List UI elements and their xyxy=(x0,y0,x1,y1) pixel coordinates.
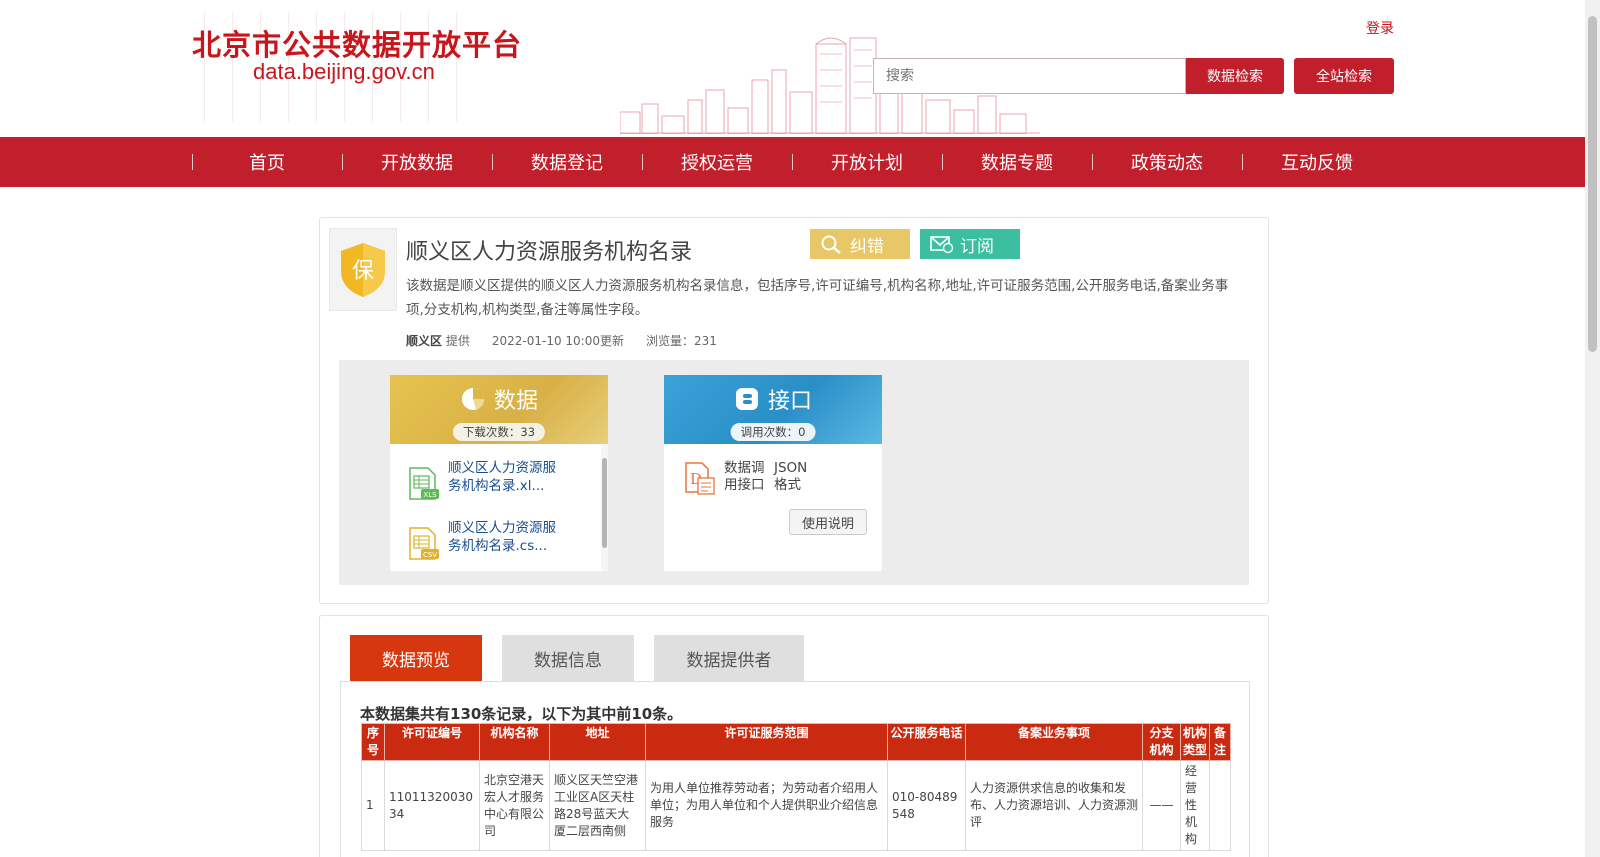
tab-data-provider[interactable]: 数据提供者 xyxy=(654,635,804,681)
dataset-category-icon: 保 xyxy=(329,228,397,311)
dataset-title: 顺义区人力资源服务机构名录 xyxy=(406,240,693,265)
xls-file-icon: XLS xyxy=(409,467,439,500)
main-nav: 首页 开放数据 数据登记 授权运营 开放计划 数据专题 政策动态 互动反馈 xyxy=(0,137,1585,187)
api-resource-title: 接口 xyxy=(767,389,812,414)
page-scrollbar[interactable] xyxy=(1585,0,1600,857)
report-error-button[interactable]: 纠错 xyxy=(810,229,910,259)
svg-text:保: 保 xyxy=(352,259,374,284)
nav-item-data-registration[interactable]: 数据登记 xyxy=(492,137,642,187)
nav-item-open-data[interactable]: 开放数据 xyxy=(342,137,492,187)
site-search-button[interactable]: 全站检索 xyxy=(1294,58,1394,94)
file-item-xls[interactable]: XLS 顺义区人力资源服务机构名录.xl... xyxy=(408,459,588,515)
magnifier-icon xyxy=(821,235,841,254)
site-title[interactable]: 北京市公共数据开放平台 xyxy=(192,22,522,64)
pie-chart-icon xyxy=(460,386,486,418)
download-count: 下载次数：33 xyxy=(452,423,546,441)
detail-card: 数据预览 数据信息 数据提供者 本数据集共有130条记录，以下为其中前10条。 … xyxy=(319,615,1269,857)
file-item-csv[interactable]: CSV 顺义区人力资源服务机构名录.cs... xyxy=(408,519,588,571)
nav-item-policy-news[interactable]: 政策动态 xyxy=(1092,137,1242,187)
table-cell: 经营性机构 xyxy=(1180,760,1210,851)
svg-text:XLS: XLS xyxy=(423,491,437,499)
site-header: 北京市公共数据开放平台 data.beijing.gov.cn 登录 搜索 数据… xyxy=(0,0,1585,134)
preview-panel: 本数据集共有130条记录，以下为其中前10条。 序号 许可证编号 机构名称 地址… xyxy=(340,681,1250,857)
csv-file-icon: CSV xyxy=(409,527,439,560)
table-cell: 010-80489548 xyxy=(887,760,966,851)
subscribe-label: 订阅 xyxy=(960,236,994,257)
call-count: 调用次数：0 xyxy=(730,423,816,441)
column-header: 公开服务电话 xyxy=(887,723,966,761)
table-cell: 人力资源供求信息的收集和发布、人力资源培训、人力资源测评 xyxy=(965,760,1143,851)
nav-item-open-plan[interactable]: 开放计划 xyxy=(792,137,942,187)
page: 北京市公共数据开放平台 data.beijing.gov.cn 登录 搜索 数据… xyxy=(0,0,1600,857)
svg-text:CSV: CSV xyxy=(423,551,437,559)
data-resource-header: 数据 下载次数：33 xyxy=(390,375,608,444)
view-count: 浏览量：231 xyxy=(646,334,717,348)
records-summary: 本数据集共有130条记录，以下为其中前10条。 xyxy=(360,705,683,723)
tab-data-info[interactable]: 数据信息 xyxy=(502,635,634,681)
search-input[interactable] xyxy=(873,58,1186,94)
data-resource-title: 数据 xyxy=(493,389,538,414)
tab-data-preview[interactable]: 数据预览 xyxy=(350,635,482,681)
column-header: 机构名称 xyxy=(479,723,550,761)
table-cell: 顺义区天竺空港工业区A区天柱路28号蓝天大厦二层西南侧 xyxy=(549,760,646,851)
api-resource-box: 接口 调用次数：0 D 数据调用接口 JSON格式 使用说明 xyxy=(664,375,882,571)
usage-instructions-button[interactable]: 使用说明 xyxy=(789,509,867,535)
column-header: 许可证服务范围 xyxy=(645,723,888,761)
column-header: 备注 xyxy=(1209,723,1231,761)
page-scrollbar-thumb[interactable] xyxy=(1588,16,1597,352)
dataset-meta: 顺义区 提供 2022-01-10 10:00更新 浏览量：231 xyxy=(406,332,717,349)
api-icon xyxy=(734,386,760,418)
data-search-button[interactable]: 数据检索 xyxy=(1186,58,1284,94)
file-list-scrollbar-thumb[interactable] xyxy=(602,458,607,548)
dataset-card: 保 顺义区人力资源服务机构名录 纠错 订阅 该数据是顺义区提供的顺义区人力资源服… xyxy=(319,217,1269,604)
data-resource-box: 数据 下载次数：33 XLS 顺义区人力资源服务机构名录.xl... CSV 顺… xyxy=(390,375,608,571)
table-row: 1 1101132003034 北京空港天宏人才服务中心有限公司 顺义区天竺空港… xyxy=(361,760,1231,851)
table-cell: 1101132003034 xyxy=(384,760,480,851)
table-cell: —— xyxy=(1142,760,1181,851)
column-header: 序号 xyxy=(361,723,385,761)
mail-icon xyxy=(930,236,954,254)
nav-item-feedback[interactable]: 互动反馈 xyxy=(1242,137,1392,187)
file-list-scrollbar[interactable] xyxy=(601,444,608,571)
provider-suffix: 提供 xyxy=(445,334,470,348)
subscribe-button[interactable]: 订阅 xyxy=(920,229,1020,259)
file-link-csv[interactable]: 顺义区人力资源服务机构名录.cs... xyxy=(448,519,568,555)
column-header: 备案业务事项 xyxy=(965,723,1143,761)
table-cell: 北京空港天宏人才服务中心有限公司 xyxy=(479,760,550,851)
provider-name[interactable]: 顺义区 xyxy=(406,334,442,348)
login-link[interactable]: 登录 xyxy=(1366,18,1394,38)
resource-panel: 数据 下载次数：33 XLS 顺义区人力资源服务机构名录.xl... CSV 顺… xyxy=(339,360,1249,585)
column-header: 分支机构 xyxy=(1142,723,1181,761)
shield-icon: 保 xyxy=(341,242,385,297)
provider-info: 顺义区 提供 xyxy=(406,332,470,349)
table-cell: 1 xyxy=(361,760,385,851)
nav-item-home[interactable]: 首页 xyxy=(192,137,342,187)
column-header: 机构类型 xyxy=(1180,723,1210,761)
column-header: 许可证编号 xyxy=(384,723,480,761)
api-item-label[interactable]: 数据调用接口 xyxy=(724,460,768,494)
site-url[interactable]: data.beijing.gov.cn xyxy=(253,59,435,85)
dataset-description: 该数据是顺义区提供的顺义区人力资源服务机构名录信息，包括序号,许可证编号,机构名… xyxy=(406,278,1229,318)
nav-item-authorized-operation[interactable]: 授权运营 xyxy=(642,137,792,187)
table-cell: 为用人单位推荐劳动者；为劳动者介绍用人单位；为用人单位和个人提供职业介绍信息服务 xyxy=(645,760,888,851)
api-item[interactable]: D 数据调用接口 JSON格式 xyxy=(684,460,874,500)
api-resource-header: 接口 调用次数：0 xyxy=(664,375,882,444)
column-header: 地址 xyxy=(549,723,646,761)
nav-item-data-topics[interactable]: 数据专题 xyxy=(942,137,1092,187)
api-item-format: JSON格式 xyxy=(774,460,808,493)
update-time: 2022-01-10 10:00更新 xyxy=(491,334,624,348)
api-document-icon: D xyxy=(685,462,715,495)
table-cell xyxy=(1209,760,1231,851)
table-header-row: 序号 许可证编号 机构名称 地址 许可证服务范围 公开服务电话 备案业务事项 分… xyxy=(361,723,1231,761)
report-error-label: 纠错 xyxy=(850,236,884,257)
preview-table: 序号 许可证编号 机构名称 地址 许可证服务范围 公开服务电话 备案业务事项 分… xyxy=(361,723,1231,851)
file-link-xls[interactable]: 顺义区人力资源服务机构名录.xl... xyxy=(448,459,568,495)
